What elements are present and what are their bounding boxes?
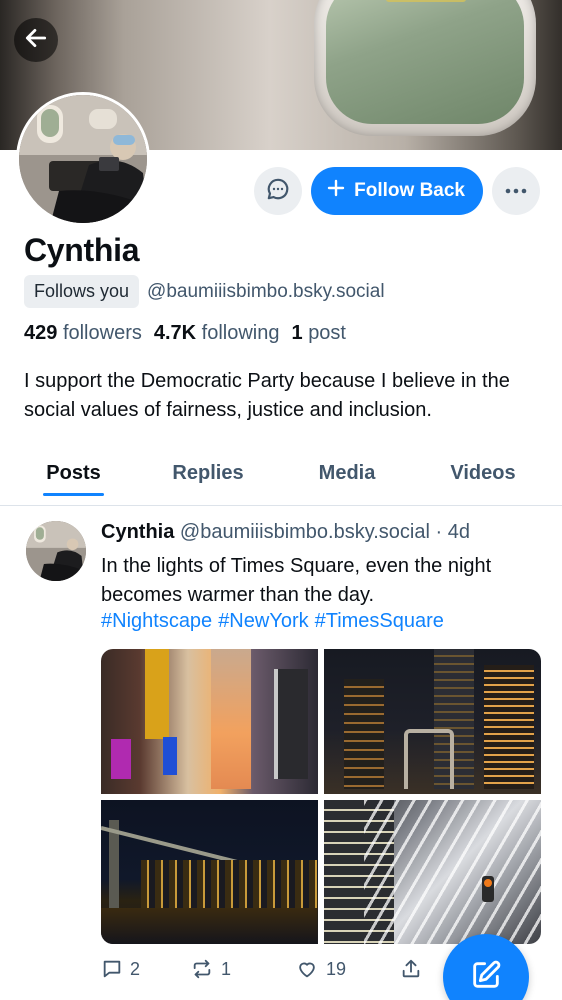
post-author-handle[interactable]: @baumiiisbimbo.bsky.social (180, 521, 430, 543)
heart-icon (295, 958, 319, 980)
tab-posts[interactable]: Posts (43, 450, 104, 496)
following-label: following (201, 322, 280, 344)
tab-media-label: Media (318, 462, 376, 484)
followers-count: 429 (24, 322, 58, 344)
tab-replies-label: Replies (172, 462, 244, 484)
post-author-avatar[interactable] (26, 521, 86, 581)
tab-videos[interactable]: Videos (444, 450, 522, 496)
post-header: Cynthia @baumiiisbimbo.bsky.social · 4d (101, 521, 470, 544)
following-stat[interactable]: 4.7K following (154, 322, 280, 345)
ellipsis-icon (504, 182, 528, 200)
posts-count: 1 (291, 322, 303, 344)
post-image-bridge-waterfront[interactable] (101, 799, 318, 944)
hashtag-link[interactable]: #NewYork (218, 610, 308, 633)
profile-meta: Follows you @baumiiisbimbo.bsky.social (24, 275, 385, 308)
post-author-name[interactable]: Cynthia (101, 521, 174, 543)
compose-pencil-icon (469, 958, 503, 997)
reply-button[interactable]: 2 (101, 958, 140, 980)
follows-you-badge: Follows you (24, 275, 140, 308)
post-text: In the lights of Times Square, even the … (101, 555, 492, 606)
post-timestamp[interactable]: 4d (448, 521, 470, 543)
post-image-skyline-bridge[interactable] (324, 649, 541, 794)
profile-actions: Follow Back (254, 167, 540, 215)
repost-icon (190, 958, 214, 980)
tab-posts-label: Posts (46, 462, 101, 484)
repost-button[interactable]: 1 (190, 958, 231, 980)
posts-label: post (308, 322, 346, 344)
profile-tabs: Posts Replies Media Videos (0, 450, 562, 506)
chat-bubble-icon (265, 176, 291, 207)
message-button[interactable] (254, 167, 303, 215)
like-count: 19 (326, 958, 347, 979)
tab-replies[interactable]: Replies (166, 450, 250, 496)
back-button[interactable] (14, 18, 58, 62)
tab-videos-label: Videos (450, 462, 516, 484)
banner-window-view (326, 0, 524, 124)
like-button[interactable]: 19 (295, 958, 346, 980)
arrow-left-icon (23, 25, 49, 56)
profile-handle[interactable]: @baumiiisbimbo.bsky.social (147, 281, 385, 303)
post-image-oculus[interactable] (324, 799, 541, 944)
reply-icon (101, 958, 123, 980)
hashtag-link[interactable]: #Nightscape (101, 610, 212, 633)
reply-count: 2 (130, 958, 141, 979)
followers-stat[interactable]: 429 followers (24, 322, 142, 345)
followers-label: followers (62, 322, 142, 344)
share-button[interactable] (400, 958, 422, 980)
hashtag-link[interactable]: #TimesSquare (315, 610, 444, 633)
tab-media[interactable]: Media (312, 450, 382, 496)
plus-icon (327, 179, 345, 203)
post-image-times-square[interactable] (101, 649, 318, 794)
follow-back-button[interactable]: Follow Back (311, 167, 483, 215)
profile-display-name: Cynthia (24, 232, 140, 268)
follow-back-label: Follow Back (354, 180, 465, 201)
repost-count: 1 (221, 958, 232, 979)
post-media-grid (101, 649, 541, 944)
profile-stats: 429 followers 4.7K following 1 post (24, 322, 346, 345)
active-tab-indicator (43, 493, 104, 496)
profile-bio: I support the Democratic Party because I… (24, 370, 510, 421)
posts-stat: 1 post (292, 322, 347, 345)
post-hashtags: #Nightscape #NewYork #TimesSquare (101, 610, 444, 633)
following-count: 4.7K (153, 322, 197, 344)
share-icon (400, 958, 422, 980)
post-separator: · (435, 521, 443, 543)
profile-avatar[interactable] (16, 92, 150, 226)
more-options-button[interactable] (492, 167, 540, 215)
